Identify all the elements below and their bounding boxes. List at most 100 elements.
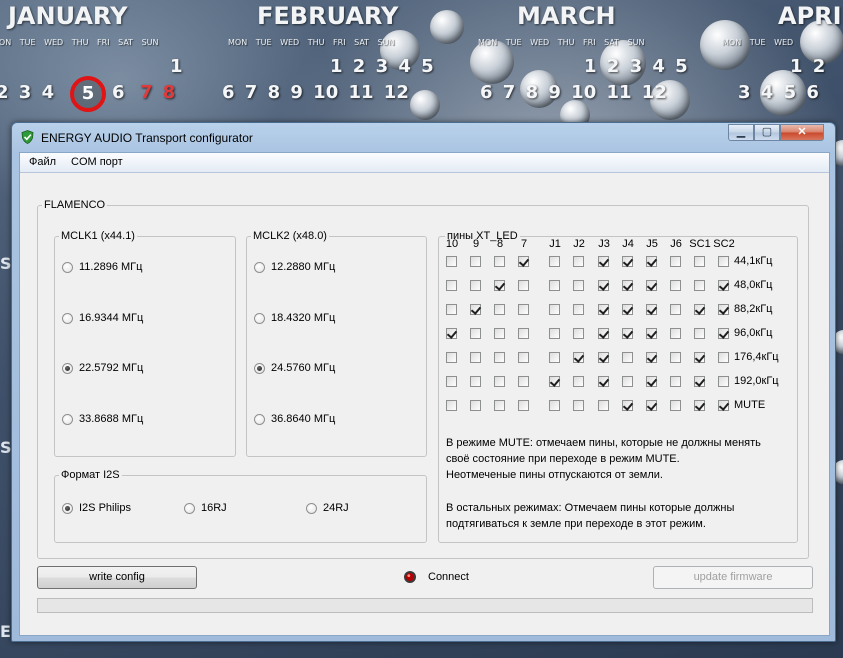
pin-checkbox[interactable] — [622, 304, 633, 315]
pin-checkbox[interactable] — [622, 280, 633, 291]
pin-checkbox[interactable] — [646, 328, 657, 339]
pin-checkbox[interactable] — [718, 304, 729, 315]
pin-checkbox[interactable] — [646, 304, 657, 315]
pin-checkbox[interactable] — [573, 280, 584, 291]
pin-checkbox[interactable] — [446, 376, 457, 387]
pin-checkbox[interactable] — [518, 304, 529, 315]
update-firmware-button[interactable]: update firmware — [653, 566, 813, 589]
pin-checkbox[interactable] — [446, 328, 457, 339]
pin-checkbox[interactable] — [494, 304, 505, 315]
pin-checkbox[interactable] — [549, 352, 560, 363]
pin-checkbox[interactable] — [646, 280, 657, 291]
pin-checkbox[interactable] — [494, 280, 505, 291]
pin-checkbox[interactable] — [598, 280, 609, 291]
radio-button-icon[interactable] — [62, 363, 73, 374]
pin-checkbox[interactable] — [718, 256, 729, 267]
pin-checkbox[interactable] — [622, 352, 633, 363]
radio-button-icon[interactable] — [254, 414, 265, 425]
pin-checkbox[interactable] — [494, 352, 505, 363]
pin-checkbox[interactable] — [646, 256, 657, 267]
pin-checkbox[interactable] — [670, 280, 681, 291]
pin-checkbox[interactable] — [446, 352, 457, 363]
pin-checkbox[interactable] — [470, 256, 481, 267]
pin-checkbox[interactable] — [694, 304, 705, 315]
pin-checkbox[interactable] — [718, 352, 729, 363]
pin-checkbox[interactable] — [573, 256, 584, 267]
pin-checkbox[interactable] — [573, 328, 584, 339]
pin-checkbox[interactable] — [470, 400, 481, 411]
pin-checkbox[interactable] — [446, 280, 457, 291]
pin-checkbox[interactable] — [549, 304, 560, 315]
pin-checkbox[interactable] — [670, 352, 681, 363]
pin-checkbox[interactable] — [518, 376, 529, 387]
connect-label[interactable]: Connect — [428, 571, 469, 583]
pin-checkbox[interactable] — [598, 376, 609, 387]
pin-checkbox[interactable] — [494, 328, 505, 339]
pin-checkbox[interactable] — [598, 400, 609, 411]
pin-checkbox[interactable] — [573, 352, 584, 363]
pin-checkbox[interactable] — [470, 328, 481, 339]
pin-checkbox[interactable] — [494, 400, 505, 411]
pin-checkbox[interactable] — [549, 376, 560, 387]
pin-checkbox[interactable] — [494, 256, 505, 267]
pin-checkbox[interactable] — [518, 328, 529, 339]
pin-checkbox[interactable] — [573, 400, 584, 411]
write-config-button[interactable]: write config — [37, 566, 197, 589]
pin-checkbox[interactable] — [470, 376, 481, 387]
radio-button-icon[interactable] — [62, 503, 73, 514]
pin-checkbox[interactable] — [573, 304, 584, 315]
maximize-button[interactable]: ▢ — [754, 124, 780, 141]
pin-checkbox[interactable] — [670, 376, 681, 387]
pin-checkbox[interactable] — [646, 352, 657, 363]
title-bar[interactable]: ENERGY AUDIO Transport configurator ▁ ▢ … — [12, 123, 835, 153]
radio-button-icon[interactable] — [254, 363, 265, 374]
pin-checkbox[interactable] — [718, 400, 729, 411]
pin-checkbox[interactable] — [518, 256, 529, 267]
pin-checkbox[interactable] — [518, 352, 529, 363]
pin-checkbox[interactable] — [670, 256, 681, 267]
pin-checkbox[interactable] — [446, 256, 457, 267]
radio-button-icon[interactable] — [62, 414, 73, 425]
radio-button-icon[interactable] — [306, 503, 317, 514]
pin-checkbox[interactable] — [598, 304, 609, 315]
pin-checkbox[interactable] — [446, 304, 457, 315]
pin-checkbox[interactable] — [694, 376, 705, 387]
pin-checkbox[interactable] — [573, 376, 584, 387]
pin-checkbox[interactable] — [694, 280, 705, 291]
pin-checkbox[interactable] — [598, 256, 609, 267]
pin-checkbox[interactable] — [694, 328, 705, 339]
pin-checkbox[interactable] — [549, 256, 560, 267]
menu-com-port[interactable]: COM порт — [71, 156, 123, 168]
pin-checkbox[interactable] — [694, 400, 705, 411]
pin-checkbox[interactable] — [694, 352, 705, 363]
pin-checkbox[interactable] — [622, 256, 633, 267]
pin-checkbox[interactable] — [718, 328, 729, 339]
radio-button-icon[interactable] — [62, 262, 73, 273]
pin-checkbox[interactable] — [598, 328, 609, 339]
pin-checkbox[interactable] — [622, 400, 633, 411]
pin-checkbox[interactable] — [470, 352, 481, 363]
pin-checkbox[interactable] — [494, 376, 505, 387]
pin-checkbox[interactable] — [622, 376, 633, 387]
pin-checkbox[interactable] — [549, 328, 560, 339]
pin-checkbox[interactable] — [549, 280, 560, 291]
pin-checkbox[interactable] — [598, 352, 609, 363]
pin-checkbox[interactable] — [518, 400, 529, 411]
pin-checkbox[interactable] — [646, 400, 657, 411]
pin-checkbox[interactable] — [470, 304, 481, 315]
radio-button-icon[interactable] — [254, 262, 265, 273]
pin-checkbox[interactable] — [470, 280, 481, 291]
pin-checkbox[interactable] — [646, 376, 657, 387]
radio-button-icon[interactable] — [184, 503, 195, 514]
pin-checkbox[interactable] — [518, 280, 529, 291]
pin-checkbox[interactable] — [446, 400, 457, 411]
radio-button-icon[interactable] — [62, 313, 73, 324]
pin-checkbox[interactable] — [670, 400, 681, 411]
pin-checkbox[interactable] — [694, 256, 705, 267]
pin-checkbox[interactable] — [718, 280, 729, 291]
minimize-button[interactable]: ▁ — [728, 124, 754, 141]
close-button[interactable]: ✕ — [780, 124, 824, 141]
pin-checkbox[interactable] — [718, 376, 729, 387]
radio-button-icon[interactable] — [254, 313, 265, 324]
menu-file[interactable]: Файл — [29, 156, 56, 168]
